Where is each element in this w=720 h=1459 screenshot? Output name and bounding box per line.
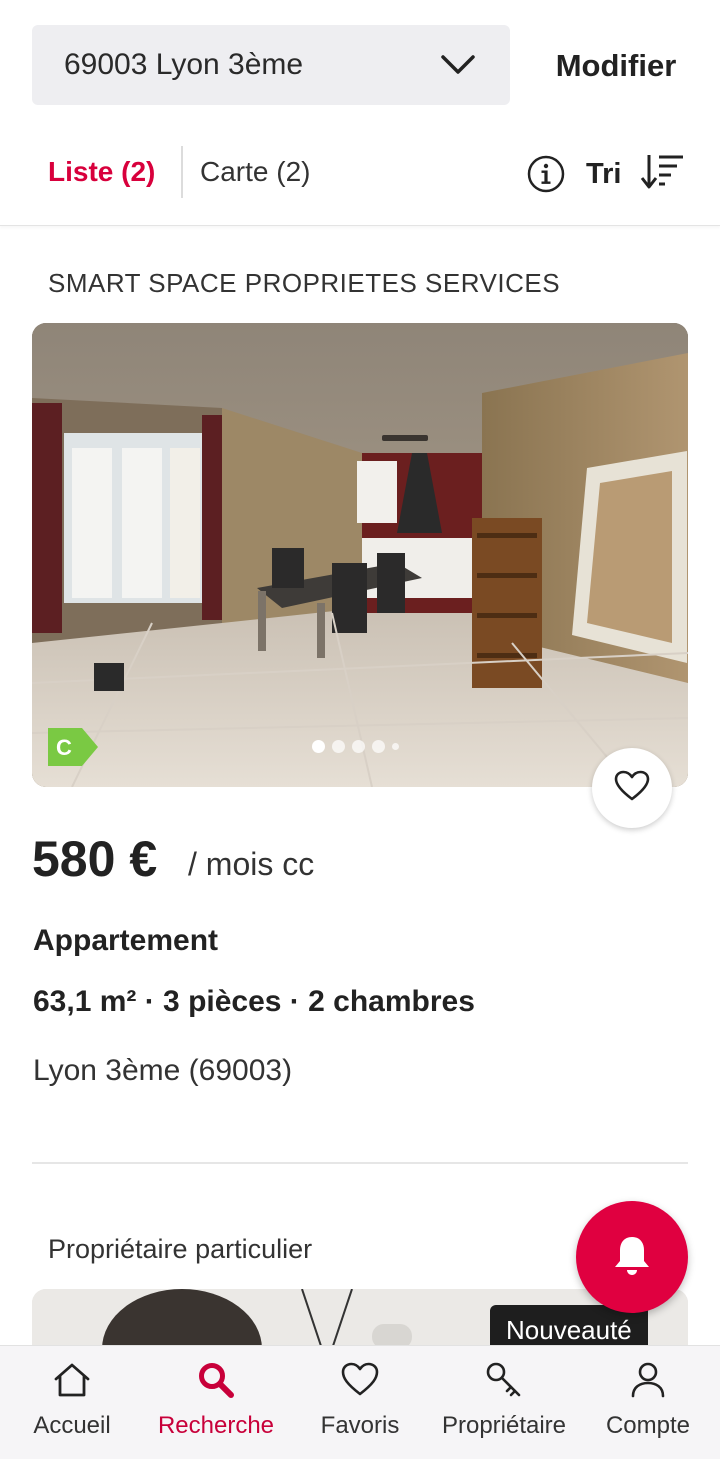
listing-photo[interactable] [32, 323, 688, 787]
results-tabs: Liste (2) Carte (2) Tri [0, 130, 720, 226]
pagination-dot [392, 743, 399, 750]
nav-item-search[interactable]: Recherche [144, 1346, 288, 1459]
pagination-dot [372, 740, 385, 753]
pagination-dot [332, 740, 345, 753]
info-icon[interactable] [526, 154, 566, 194]
search-header: 69003 Lyon 3ème Modifier [0, 0, 720, 120]
search-icon [196, 1360, 236, 1400]
key-icon [484, 1360, 524, 1400]
home-icon [52, 1360, 92, 1400]
tab-list[interactable]: Liste (2) [48, 156, 155, 188]
location-value: 69003 Lyon 3ème [64, 48, 304, 81]
energy-class-badge: C [48, 728, 98, 766]
sort-icon [639, 152, 685, 197]
user-icon [628, 1360, 668, 1400]
energy-class-letter: C [56, 735, 72, 760]
property-type: Appartement [33, 924, 219, 957]
price-unit: / mois cc [188, 846, 315, 882]
create-alert-button[interactable] [576, 1201, 688, 1313]
nav-label: Favoris [320, 1412, 400, 1439]
advertiser-name: Propriétaire particulier [48, 1234, 313, 1264]
photo-pagination [312, 740, 399, 753]
chevron-down-icon [438, 45, 478, 85]
advertiser-name: SMART SPACE PROPRIETES SERVICES [48, 268, 561, 298]
nav-item-favorites[interactable]: Favoris [288, 1346, 432, 1459]
nav-label: Propriétaire [441, 1412, 567, 1439]
bell-icon [612, 1234, 652, 1281]
modify-search-button[interactable]: Modifier [540, 42, 692, 90]
nav-item-account[interactable]: Compte [576, 1346, 720, 1459]
nav-label: Accueil [33, 1412, 111, 1439]
property-location: Lyon 3ème (69003) [33, 1054, 293, 1087]
heart-icon [614, 770, 650, 807]
pagination-dot [352, 740, 365, 753]
nav-label: Recherche [157, 1412, 275, 1439]
nav-label: Compte [605, 1412, 691, 1439]
tab-map[interactable]: Carte (2) [200, 156, 310, 188]
location-dropdown[interactable]: 69003 Lyon 3ème [32, 25, 510, 105]
heart-icon [340, 1360, 380, 1400]
nav-item-owner[interactable]: Propriétaire [432, 1346, 576, 1459]
listing-price: 580 € [32, 831, 158, 887]
favorite-button[interactable] [592, 748, 672, 828]
pagination-dot [312, 740, 325, 753]
tab-divider [181, 146, 183, 198]
sort-button[interactable]: Tri [586, 148, 685, 200]
nav-item-home[interactable]: Accueil [0, 1346, 144, 1459]
bottom-navigation: Accueil Recherche Favoris Propriétaire C… [0, 1345, 720, 1459]
property-details: 63,1 m² · 3 pièces · 2 chambres [33, 985, 475, 1018]
listing-divider [32, 1162, 688, 1164]
sort-label: Tri [586, 157, 622, 190]
